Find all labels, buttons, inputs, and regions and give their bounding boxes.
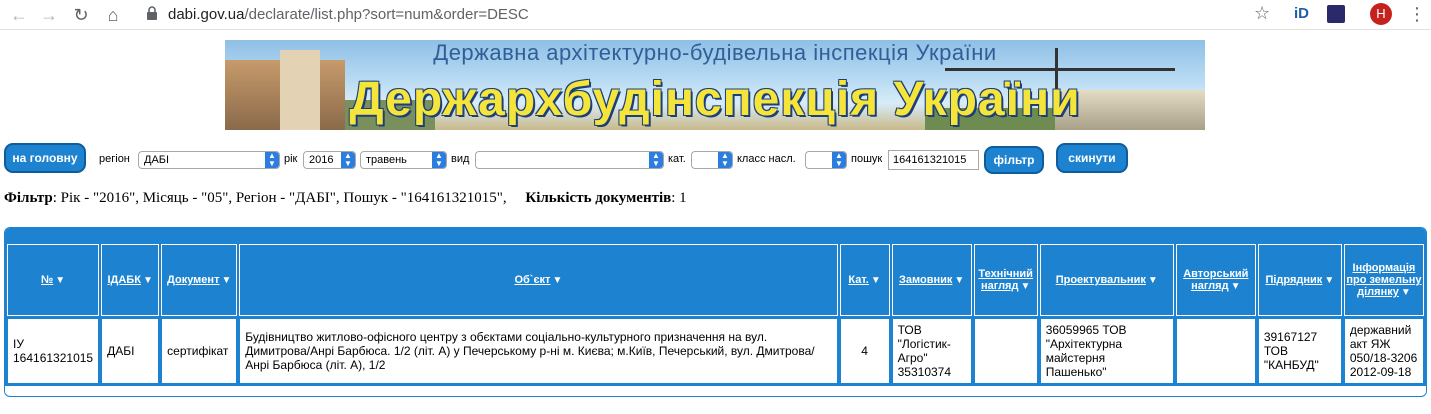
region-select[interactable]: ДАБІ ▲ ▼: [138, 151, 280, 169]
url-host: dabi.gov.ua: [168, 6, 245, 23]
select-arrows-icon: ▲ ▼: [432, 152, 446, 168]
class-label: класс насл.: [737, 153, 796, 165]
cell-land-info: державний акт ЯЖ 050/18-3206 2012-09-18: [1343, 318, 1424, 384]
reload-icon[interactable]: ↻: [70, 4, 92, 26]
year-select-value: 2016: [309, 154, 334, 166]
cell-object: Будівництво житлово-офісного центру з об…: [239, 318, 838, 384]
type-select[interactable]: ▲ ▼: [475, 151, 664, 169]
sort-arrow-icon: ▼: [1230, 281, 1241, 292]
year-label: рік: [284, 153, 298, 165]
sort-arrow-icon: ▼: [954, 275, 965, 286]
sort-header-customer[interactable]: Замовник ▼: [891, 244, 972, 316]
category-label: кат.: [668, 153, 686, 165]
menu-dots-icon[interactable]: ⋮: [1408, 4, 1426, 24]
sort-arrow-icon: ▼: [1400, 287, 1411, 298]
sort-header-land-info[interactable]: Інформація про земельну ділянку ▼: [1343, 244, 1424, 316]
filter-summary-text: : Рік - "2016", Місяць - "05", Регіон - …: [52, 190, 507, 206]
banner-subtitle: Державна архітектурно-будівельна інспекц…: [433, 40, 997, 65]
extension-icon[interactable]: [1327, 5, 1345, 23]
select-arrows-icon: ▲ ▼: [649, 152, 663, 168]
type-label: вид: [451, 153, 470, 165]
bookmark-star-icon[interactable]: ☆: [1254, 3, 1270, 24]
sort-arrow-icon: ▼: [55, 275, 66, 286]
search-label: пошук: [851, 153, 883, 165]
reset-button[interactable]: скинути: [1056, 143, 1128, 173]
sort-arrow-icon: ▼: [142, 275, 153, 286]
select-arrows-icon: ▲ ▼: [832, 152, 846, 168]
cell-document: сертифікат: [161, 318, 238, 384]
sort-header-designer[interactable]: Проектувальник ▼: [1039, 244, 1174, 316]
month-select-value: травень: [366, 154, 407, 166]
cell-num: ІУ 164161321015: [7, 318, 100, 384]
document-count-value: : 1: [671, 190, 687, 206]
cell-idabk: ДАБІ: [101, 318, 160, 384]
cell-category: 4: [839, 318, 890, 384]
sort-header-object[interactable]: Об`єкт ▼: [239, 244, 838, 316]
region-select-value: ДАБІ: [144, 154, 170, 166]
sort-header-contractor[interactable]: Підрядник ▼: [1257, 244, 1342, 316]
url-path: /declarate/list.php?sort=num&order=DESC: [244, 6, 529, 23]
year-select[interactable]: 2016 ▲ ▼: [303, 151, 356, 169]
class-select[interactable]: ▲ ▼: [805, 151, 847, 169]
sort-header-tech-supervision[interactable]: Технічний нагляд ▼: [973, 244, 1038, 316]
table-top-bar: [5, 228, 1426, 242]
select-arrows-icon: ▲ ▼: [265, 152, 279, 168]
search-input[interactable]: 164161321015: [888, 150, 979, 170]
address-bar[interactable]: dabi.gov.ua/declarate/list.php?sort=num&…: [168, 6, 529, 23]
document-count-label: Кількість документів: [525, 190, 672, 206]
select-arrows-icon: ▲ ▼: [718, 152, 732, 168]
month-select[interactable]: травень ▲ ▼: [360, 151, 447, 169]
sort-header-num[interactable]: № ▼: [7, 244, 100, 316]
home-icon[interactable]: ⌂: [102, 4, 124, 26]
sort-arrow-icon: ▼: [552, 275, 563, 286]
sort-arrow-icon: ▼: [1020, 281, 1031, 292]
sort-header-author-supervision[interactable]: Авторський нагляд ▼: [1175, 244, 1256, 316]
sort-header-category[interactable]: Кат. ▼: [839, 244, 890, 316]
sort-arrow-icon: ▼: [1324, 275, 1335, 286]
table-header-row: № ▼ ІДАБК ▼ Документ ▼ Об`єкт ▼ Кат. ▼ Замовн…: [7, 244, 1424, 316]
filter-summary: Фільтр: Рік - "2016", Місяць - "05", Рег…: [4, 190, 687, 207]
sort-arrow-icon: ▼: [221, 275, 232, 286]
back-icon[interactable]: ←: [8, 4, 30, 26]
profile-avatar[interactable]: H: [1370, 3, 1392, 25]
declarations-table: № ▼ ІДАБК ▼ Документ ▼ Об`єкт ▼ Кат. ▼ Замовн…: [4, 227, 1427, 397]
category-select[interactable]: ▲ ▼: [691, 151, 733, 169]
sort-arrow-icon: ▼: [870, 275, 881, 286]
table-bottom-bar: [5, 386, 1426, 394]
region-label: регіон: [99, 153, 130, 165]
filter-summary-label: Фільтр: [4, 190, 53, 206]
select-arrows-icon: ▲ ▼: [341, 152, 355, 168]
cell-author-supervision: [1175, 318, 1256, 384]
home-button[interactable]: на головну: [4, 143, 86, 173]
sort-header-idabk[interactable]: ІДАБК ▼: [101, 244, 160, 316]
table-row: ІУ 164161321015 ДАБІ сертифікат Будівниц…: [7, 318, 1424, 384]
cell-customer: ТОВ "Логістик-Агро" 35310374: [891, 318, 972, 384]
site-banner: Державна архітектурно-будівельна інспекц…: [225, 40, 1205, 130]
sort-header-document[interactable]: Документ ▼: [161, 244, 238, 316]
cell-designer: 36059965 ТОВ "Архітектурна майстерня Паш…: [1039, 318, 1174, 384]
cell-contractor: 39167127 ТОВ "КАНБУД": [1257, 318, 1342, 384]
banner-crane: [945, 68, 1175, 71]
cell-tech-supervision: [973, 318, 1038, 384]
filter-button[interactable]: фільтр: [984, 146, 1044, 174]
lock-icon: [147, 6, 157, 20]
sort-arrow-icon: ▼: [1147, 275, 1158, 286]
browser-toolbar: ← → ↻ ⌂ dabi.gov.ua/declarate/list.php?s…: [0, 0, 1431, 30]
extension-id-icon[interactable]: iD: [1294, 5, 1309, 22]
banner-title: Держархбудінспекція України: [349, 73, 1081, 126]
forward-icon[interactable]: →: [38, 4, 60, 26]
